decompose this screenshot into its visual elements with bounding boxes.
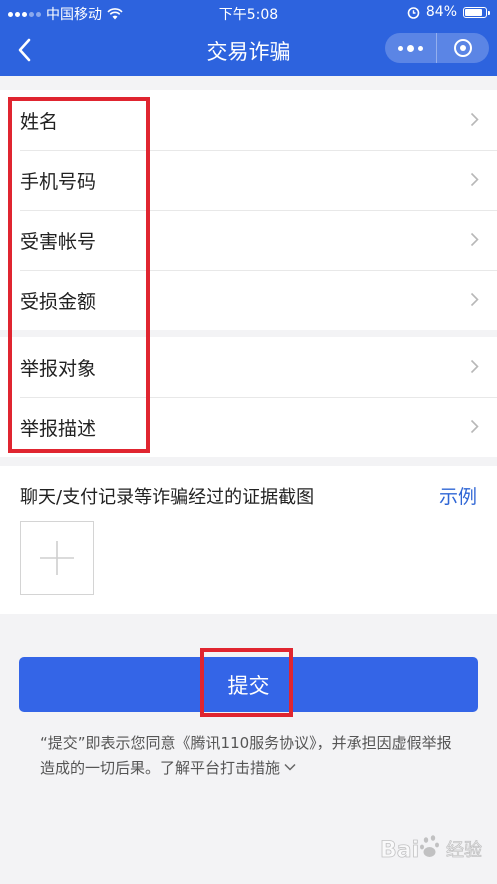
row-label: 手机号码	[20, 170, 97, 193]
more-button[interactable]	[385, 33, 437, 63]
chevron-down-icon	[284, 763, 296, 771]
battery-level	[465, 8, 482, 16]
target-circle-icon	[454, 39, 472, 57]
measures-link[interactable]: 了解平台打击措施	[160, 759, 296, 777]
evidence-label: 聊天/支付记录等诈骗经过的证据截图	[20, 487, 315, 508]
chevron-right-icon	[470, 292, 479, 307]
battery-icon	[463, 6, 490, 18]
status-right: 84%	[407, 4, 490, 20]
measures-link-label: 了解平台打击措施	[160, 759, 281, 777]
svg-text:经验: 经验	[446, 840, 482, 861]
row-name[interactable]: 姓名	[0, 90, 497, 150]
chevron-right-icon	[470, 172, 479, 187]
capsule-menu	[385, 33, 489, 63]
alarm-icon	[407, 6, 420, 19]
chevron-right-icon	[470, 112, 479, 127]
row-report-target[interactable]: 举报对象	[0, 337, 497, 397]
row-label: 举报描述	[20, 417, 97, 440]
add-image-button[interactable]	[20, 521, 94, 595]
baidu-watermark-logo: Bai 经验	[380, 835, 482, 863]
row-report-description[interactable]: 举报描述	[0, 397, 497, 457]
plus-icon	[40, 541, 74, 575]
battery-percent: 84%	[425, 4, 457, 20]
row-label: 姓名	[20, 110, 59, 133]
submit-button[interactable]: 提交	[19, 657, 478, 712]
row-victim-account[interactable]: 受害帐号	[0, 210, 497, 270]
chevron-right-icon	[470, 232, 479, 247]
disclaimer: “提交”即表示您同意《腾讯110服务协议》，并承担因虚假举报造成的一切后果。了解…	[40, 731, 465, 781]
chevron-right-icon	[470, 419, 479, 434]
nav-bar: 交易诈骗	[0, 24, 497, 76]
status-bar: 中国移动 下午5:08 84%	[0, 0, 497, 24]
row-label: 举报对象	[20, 357, 97, 380]
form-group-personal: 姓名 手机号码 受害帐号 受损金额	[0, 90, 497, 330]
row-label: 受害帐号	[20, 230, 97, 253]
close-miniprogram-button[interactable]	[437, 33, 489, 63]
row-loss-amount[interactable]: 受损金额	[0, 270, 497, 330]
form-group-report: 举报对象 举报描述	[0, 337, 497, 457]
evidence-section: 聊天/支付记录等诈骗经过的证据截图 示例	[0, 466, 497, 614]
chevron-right-icon	[470, 359, 479, 374]
row-phone-number[interactable]: 手机号码	[0, 150, 497, 210]
more-dots-icon	[398, 44, 423, 52]
header: 中国移动 下午5:08 84% 交易诈骗	[0, 0, 497, 76]
example-link[interactable]: 示例	[439, 482, 477, 509]
svg-text:Bai: Bai	[380, 838, 419, 863]
row-label: 受损金额	[20, 290, 97, 313]
